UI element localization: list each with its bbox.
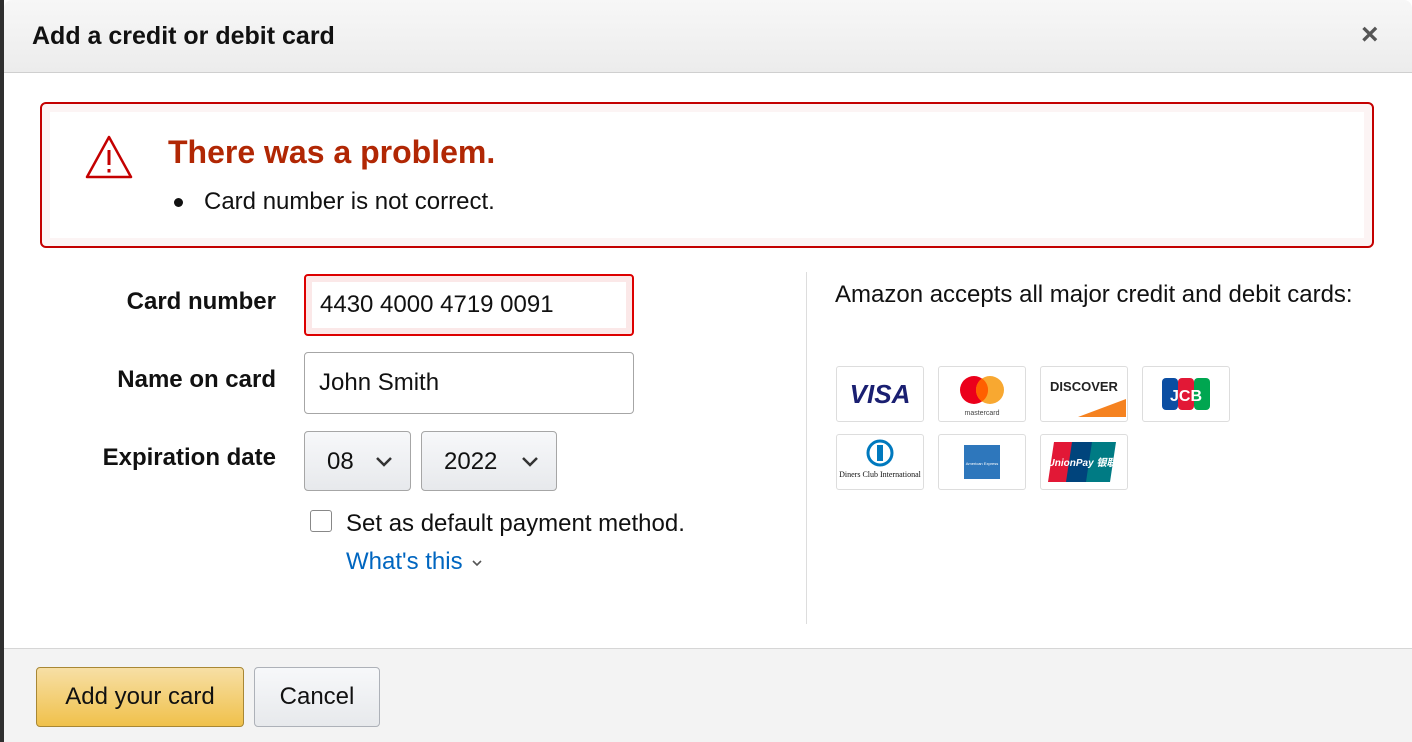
chevron-down-icon <box>522 457 538 467</box>
column-divider <box>806 272 807 624</box>
svg-text:VISA: VISA <box>850 379 911 409</box>
diners-club-logo: Diners Club International <box>836 434 924 490</box>
error-alert: There was a problem. Card number is not … <box>40 102 1374 248</box>
svg-text:mastercard: mastercard <box>964 410 999 417</box>
svg-text:JCB: JCB <box>1170 388 1202 405</box>
chevron-down-icon <box>472 560 482 566</box>
visa-logo: VISA <box>836 366 924 422</box>
exp-month-select[interactable]: 08 <box>304 431 411 491</box>
whats-this-link[interactable]: What's this <box>346 548 483 576</box>
dialog-header: Add a credit or debit card × <box>4 0 1412 73</box>
chevron-down-icon <box>376 457 392 467</box>
alert-heading: There was a problem. <box>168 134 496 170</box>
card-number-label: Card number <box>126 288 276 315</box>
name-on-card-input[interactable] <box>304 352 634 414</box>
jcb-logo: JCB <box>1142 366 1230 422</box>
exp-year-value: 2022 <box>444 448 498 475</box>
close-icon[interactable]: × <box>1361 20 1379 50</box>
svg-text:Diners Club International: Diners Club International <box>839 470 922 479</box>
cancel-button[interactable]: Cancel <box>254 667 380 727</box>
add-card-dialog: Add a credit or debit card × There was a… <box>4 0 1412 742</box>
dialog-title: Add a credit or debit card <box>32 22 335 50</box>
accepted-cards-text: Amazon accepts all major credit and debi… <box>835 281 1353 308</box>
dialog-footer: Add your card Cancel <box>4 648 1412 742</box>
expiration-date-label: Expiration date <box>102 444 276 471</box>
svg-text:American Express: American Express <box>966 461 998 466</box>
svg-text:DISCOVER: DISCOVER <box>1050 379 1119 394</box>
svg-text:UnionPay 银联: UnionPay 银联 <box>1048 457 1119 469</box>
alert-bullet <box>174 198 183 207</box>
exp-year-select[interactable]: 2022 <box>421 431 557 491</box>
add-your-card-button[interactable]: Add your card <box>36 667 244 727</box>
mastercard-logo: mastercard <box>938 366 1026 422</box>
unionpay-logo: UnionPay 银联 <box>1040 434 1128 490</box>
american-express-logo: American Express <box>938 434 1026 490</box>
exp-month-value: 08 <box>327 448 354 475</box>
name-on-card-label: Name on card <box>117 366 276 393</box>
default-payment-label: Set as default payment method. <box>346 510 685 537</box>
default-payment-checkbox[interactable] <box>310 510 332 532</box>
whats-this-text: What's this <box>346 548 463 575</box>
alert-message: Card number is not correct. <box>204 188 495 215</box>
discover-logo: DISCOVER <box>1040 366 1128 422</box>
warning-icon <box>85 135 133 179</box>
card-number-input[interactable] <box>304 274 634 336</box>
